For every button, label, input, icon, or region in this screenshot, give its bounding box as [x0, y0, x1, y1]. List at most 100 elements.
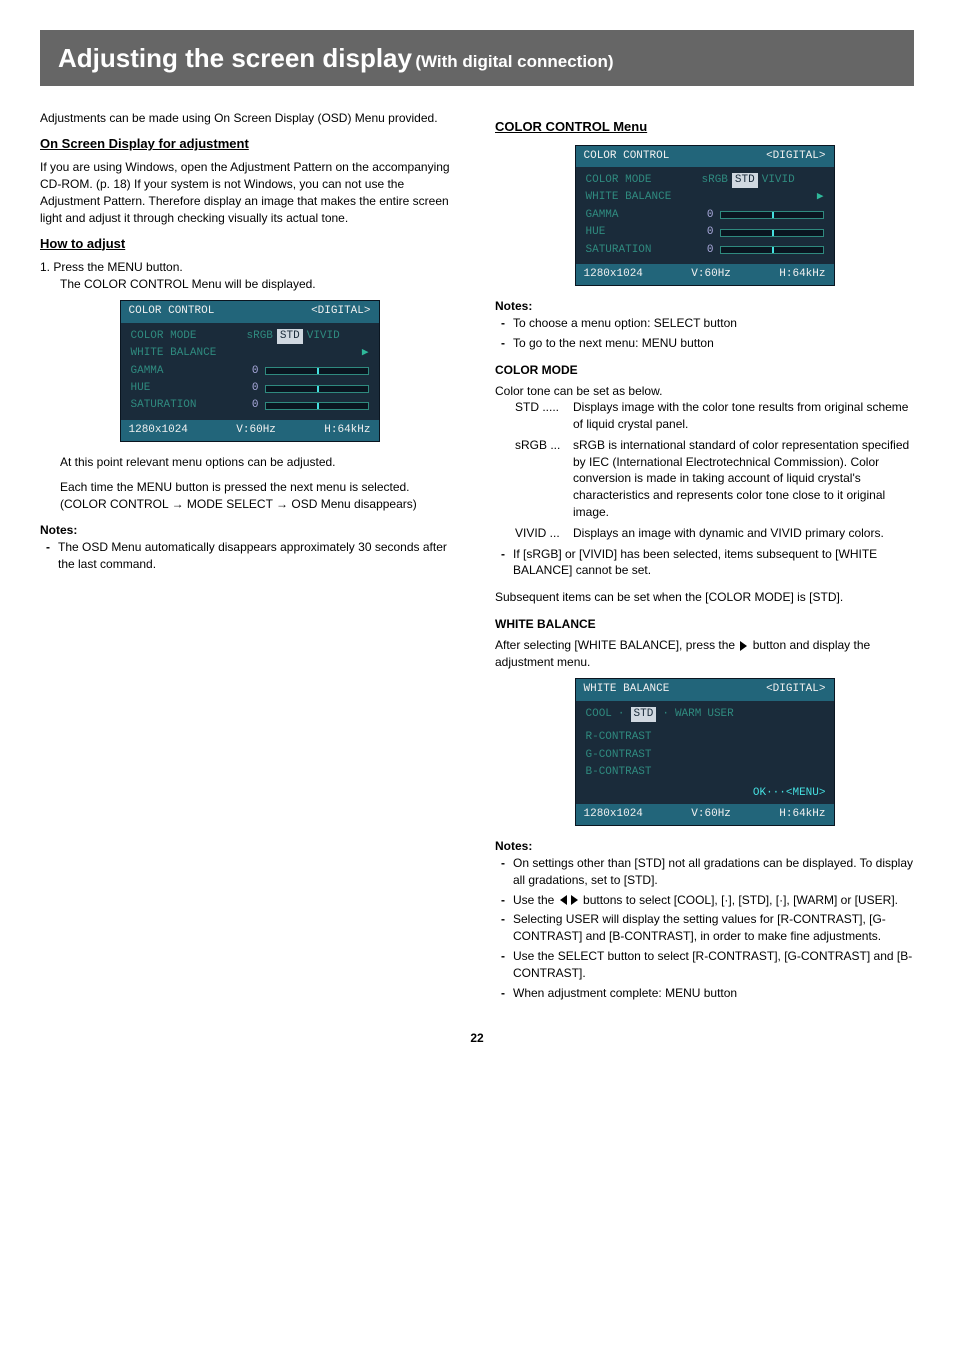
- osd-ok-hint: OK···<MENU>: [576, 786, 834, 803]
- osd-body: COOL · STD · WARM USER R-CONTRAST G-CONT…: [576, 701, 834, 787]
- color-control-menu-heading: COLOR CONTROL Menu: [495, 118, 914, 136]
- page-title: Adjusting the screen display: [58, 43, 412, 73]
- wb-note2-a: Use the: [513, 893, 558, 907]
- osd-opt-vivid: VIVID: [762, 173, 795, 188]
- note-item: Selecting USER will display the setting …: [495, 911, 914, 945]
- osd-color-control-screenshot-2: COLOR CONTROL <DIGITAL> COLOR MODE sRGB …: [575, 145, 835, 287]
- osd-hue-value: 0: [247, 381, 259, 396]
- white-balance-intro: After selecting [WHITE BALANCE], press t…: [495, 637, 914, 671]
- osd-footer-hfreq: H:64kHz: [779, 267, 825, 282]
- osd-header-title: COLOR CONTROL: [584, 149, 670, 164]
- osd-gamma-value: 0: [247, 364, 259, 379]
- osd-gamma-value: 0: [702, 208, 714, 223]
- white-balance-heading: WHITE BALANCE: [495, 616, 914, 633]
- osd-footer-hfreq: H:64kHz: [779, 807, 825, 822]
- color-mode-intro: Color tone can be set as below.: [495, 383, 914, 400]
- page-title-banner: Adjusting the screen display (With digit…: [40, 30, 914, 86]
- osd-b-contrast: B-CONTRAST: [586, 765, 652, 780]
- osd-header-title: COLOR CONTROL: [129, 304, 215, 319]
- wb-opt-std-selected: STD: [631, 707, 657, 722]
- osd-color-mode-label: COLOR MODE: [586, 173, 696, 188]
- right-triangle-icon: [738, 638, 749, 652]
- color-mode-after: Subsequent items can be set when the [CO…: [495, 589, 914, 606]
- osd-footer: 1280x1024 V:60Hz H:64kHz: [576, 264, 834, 285]
- osd-gamma-bar: [720, 211, 824, 219]
- wb-opt-warm: WARM: [675, 707, 701, 722]
- color-mode-footnote-list: If [sRGB] or [VIVID] has been selected, …: [495, 546, 914, 580]
- wb-opt-dot: ·: [618, 707, 625, 722]
- osd-opt-std-selected: STD: [277, 329, 303, 344]
- osd-hue-bar: [265, 385, 369, 393]
- note-item: Use the buttons to select [COOL], [·], […: [495, 892, 914, 909]
- intro-text: Adjustments can be made using On Screen …: [40, 110, 459, 127]
- osd-header-title: WHITE BALANCE: [584, 682, 670, 697]
- notes-heading-wb: Notes:: [495, 838, 914, 855]
- osd-color-control-screenshot: COLOR CONTROL <DIGITAL> COLOR MODE sRGB …: [120, 300, 380, 442]
- page-number: 22: [40, 1030, 914, 1047]
- osd-footer: 1280x1024 V:60Hz H:64kHz: [576, 804, 834, 825]
- note-item: The OSD Menu automatically disappears ap…: [40, 539, 459, 573]
- osd-footer-vfreq: V:60Hz: [691, 807, 731, 822]
- notes-heading-left: Notes:: [40, 522, 459, 539]
- osd-saturation-label: SATURATION: [131, 398, 241, 413]
- osd-opt-vivid: VIVID: [307, 329, 340, 344]
- wb-note2-b: buttons to select [COOL], [·], [STD], [·…: [580, 893, 898, 907]
- osd-footer-vfreq: V:60Hz: [236, 423, 276, 438]
- step-1-sub: The COLOR CONTROL Menu will be displayed…: [40, 276, 459, 293]
- osd-adjustment-heading: On Screen Display for adjustment: [40, 135, 459, 153]
- how-to-adjust-heading: How to adjust: [40, 235, 459, 253]
- osd-white-balance-label: WHITE BALANCE: [131, 346, 241, 361]
- color-mode-heading: COLOR MODE: [495, 362, 914, 379]
- note-item: Use the SELECT button to select [R-CONTR…: [495, 948, 914, 982]
- osd-saturation-value: 0: [702, 243, 714, 258]
- left-triangle-icon: [558, 893, 569, 907]
- osd-arrow-icon: ▶: [817, 190, 824, 205]
- wb-opt-dot: ·: [662, 707, 669, 722]
- notes-list-left: The OSD Menu automatically disappears ap…: [40, 539, 459, 573]
- osd-hue-value: 0: [702, 225, 714, 240]
- osd-header: COLOR CONTROL <DIGITAL>: [121, 301, 379, 322]
- osd-header-mode: <DIGITAL>: [311, 304, 370, 319]
- osd-hue-bar: [720, 229, 824, 237]
- osd-gamma-label: GAMMA: [131, 364, 241, 379]
- left-column: Adjustments can be made using On Screen …: [40, 110, 459, 1004]
- step-1: 1. Press the MENU button.: [40, 259, 459, 276]
- osd-hue-label: HUE: [586, 225, 696, 240]
- osd-adjustment-text: If you are using Windows, open the Adjus…: [40, 159, 459, 226]
- def-desc-vivid: Displays an image with dynamic and VIVID…: [573, 525, 914, 542]
- note-item: To go to the next menu: MENU button: [495, 335, 914, 352]
- after-box-text-2: Each time the MENU button is pressed the…: [60, 479, 459, 513]
- osd-header: WHITE BALANCE <DIGITAL>: [576, 679, 834, 700]
- osd-hue-label: HUE: [131, 381, 241, 396]
- def-term-std: STD .....: [515, 399, 573, 433]
- osd-saturation-bar: [265, 402, 369, 410]
- osd-g-contrast: G-CONTRAST: [586, 748, 652, 763]
- osd-opt-srgb: sRGB: [702, 173, 728, 188]
- def-term-srgb: sRGB ...: [515, 437, 573, 521]
- osd-body: COLOR MODE sRGB STD VIVID WHITE BALANCE …: [576, 167, 834, 264]
- osd-gamma-label: GAMMA: [586, 208, 696, 223]
- osd-footer-resolution: 1280x1024: [584, 807, 643, 822]
- notes-list-wb: On settings other than [STD] not all gra…: [495, 855, 914, 1001]
- page-subtitle: (With digital connection): [415, 52, 613, 71]
- osd-footer: 1280x1024 V:60Hz H:64kHz: [121, 420, 379, 441]
- osd-header-mode: <DIGITAL>: [766, 682, 825, 697]
- osd-gamma-bar: [265, 367, 369, 375]
- right-triangle-icon: [569, 893, 580, 907]
- osd-saturation-value: 0: [247, 398, 259, 413]
- osd-header-mode: <DIGITAL>: [766, 149, 825, 164]
- osd-white-balance-label: WHITE BALANCE: [586, 190, 696, 205]
- osd-footer-resolution: 1280x1024: [129, 423, 188, 438]
- wb-opt-cool: COOL: [586, 707, 612, 722]
- osd-r-contrast: R-CONTRAST: [586, 730, 652, 745]
- osd-saturation-label: SATURATION: [586, 243, 696, 258]
- note-item: On settings other than [STD] not all gra…: [495, 855, 914, 889]
- wb-intro-part-a: After selecting [WHITE BALANCE], press t…: [495, 638, 738, 652]
- wb-opt-user: USER: [707, 707, 733, 722]
- osd-footer-hfreq: H:64kHz: [324, 423, 370, 438]
- osd-arrow-icon: ▶: [362, 346, 369, 361]
- osd-body: COLOR MODE sRGB STD VIVID WHITE BALANCE …: [121, 323, 379, 420]
- color-mode-footnote: If [sRGB] or [VIVID] has been selected, …: [495, 546, 914, 580]
- note-item: When adjustment complete: MENU button: [495, 985, 914, 1002]
- osd-footer-vfreq: V:60Hz: [691, 267, 731, 282]
